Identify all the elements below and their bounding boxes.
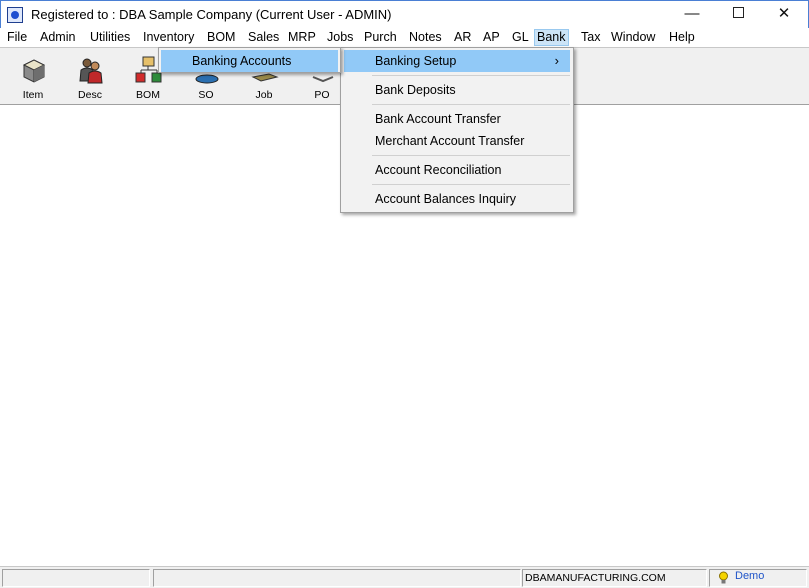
app-icon[interactable] [7,7,23,23]
menu-file[interactable]: File [5,29,29,46]
menu-jobs[interactable]: Jobs [325,29,355,46]
menu-gl[interactable]: GL [510,29,531,46]
window-title: Registered to : DBA Sample Company (Curr… [31,7,392,22]
menu-item-label: Banking Setup [375,54,457,68]
minimize-icon: — [684,5,700,22]
status-panel-2 [153,569,521,587]
menu-utilities[interactable]: Utilities [88,29,132,46]
bank-menu-dropdown: Banking Setup › Bank Deposits Bank Accou… [340,47,574,213]
demo-mode-label: Demo [735,570,765,582]
menu-ap[interactable]: AP [481,29,502,46]
menu-item-account-balances-inquiry[interactable]: Account Balances Inquiry [344,188,570,210]
toolbar-item-label: Item [22,89,44,101]
menu-item-merchant-account-transfer[interactable]: Merchant Account Transfer [344,130,570,152]
toolbar-bom-label: BOM [136,89,160,101]
lightbulb-icon [719,571,728,584]
menu-bar: File Admin Utilities Inventory BOM Sales… [0,28,809,47]
close-button[interactable]: ✕ [761,1,807,29]
minimize-button[interactable]: — [669,1,715,29]
menu-help[interactable]: Help [667,29,697,46]
menu-bank[interactable]: Bank [534,29,569,46]
menu-item-account-reconciliation[interactable]: Account Reconciliation [344,159,570,181]
menu-item-banking-accounts[interactable]: Banking Accounts [161,50,338,72]
close-icon: ✕ [777,5,791,22]
menu-notes[interactable]: Notes [407,29,444,46]
toolbar-desc-button[interactable]: Desc [68,52,112,102]
menu-inventory[interactable]: Inventory [141,29,196,46]
submenu-arrow-icon: › [554,53,559,68]
menu-bom[interactable]: BOM [205,29,237,46]
menu-separator [344,181,570,188]
toolbar-desc-label: Desc [78,89,102,101]
title-bar[interactable]: Registered to : DBA Sample Company (Curr… [0,0,809,28]
status-bar: DBAMANUFACTURING.COM Demo [0,566,809,588]
banking-setup-submenu: Banking Accounts [158,47,341,73]
menu-tax[interactable]: Tax [579,29,602,46]
item-box-icon [22,59,46,83]
menu-item-bank-deposits[interactable]: Bank Deposits [344,79,570,101]
toolbar-so-label: SO [198,89,214,101]
toolbar-po-label: PO [314,89,330,101]
desc-people-icon [79,58,103,84]
menu-admin[interactable]: Admin [38,29,77,46]
status-panel-1 [2,569,150,587]
menu-ar[interactable]: AR [452,29,473,46]
toolbar-item-button[interactable]: Item [11,52,55,102]
maximize-icon [732,7,744,19]
menu-purch[interactable]: Purch [362,29,399,46]
menu-mrp[interactable]: MRP [286,29,318,46]
menu-sales[interactable]: Sales [246,29,281,46]
menu-item-banking-setup[interactable]: Banking Setup › [344,50,570,72]
maximize-button[interactable] [715,1,761,29]
menu-item-bank-account-transfer[interactable]: Bank Account Transfer [344,108,570,130]
menu-separator [344,72,570,79]
menu-separator [344,152,570,159]
menu-window[interactable]: Window [609,29,657,46]
menu-separator [344,101,570,108]
status-website: DBAMANUFACTURING.COM [522,569,707,587]
toolbar-job-label: Job [255,89,273,101]
